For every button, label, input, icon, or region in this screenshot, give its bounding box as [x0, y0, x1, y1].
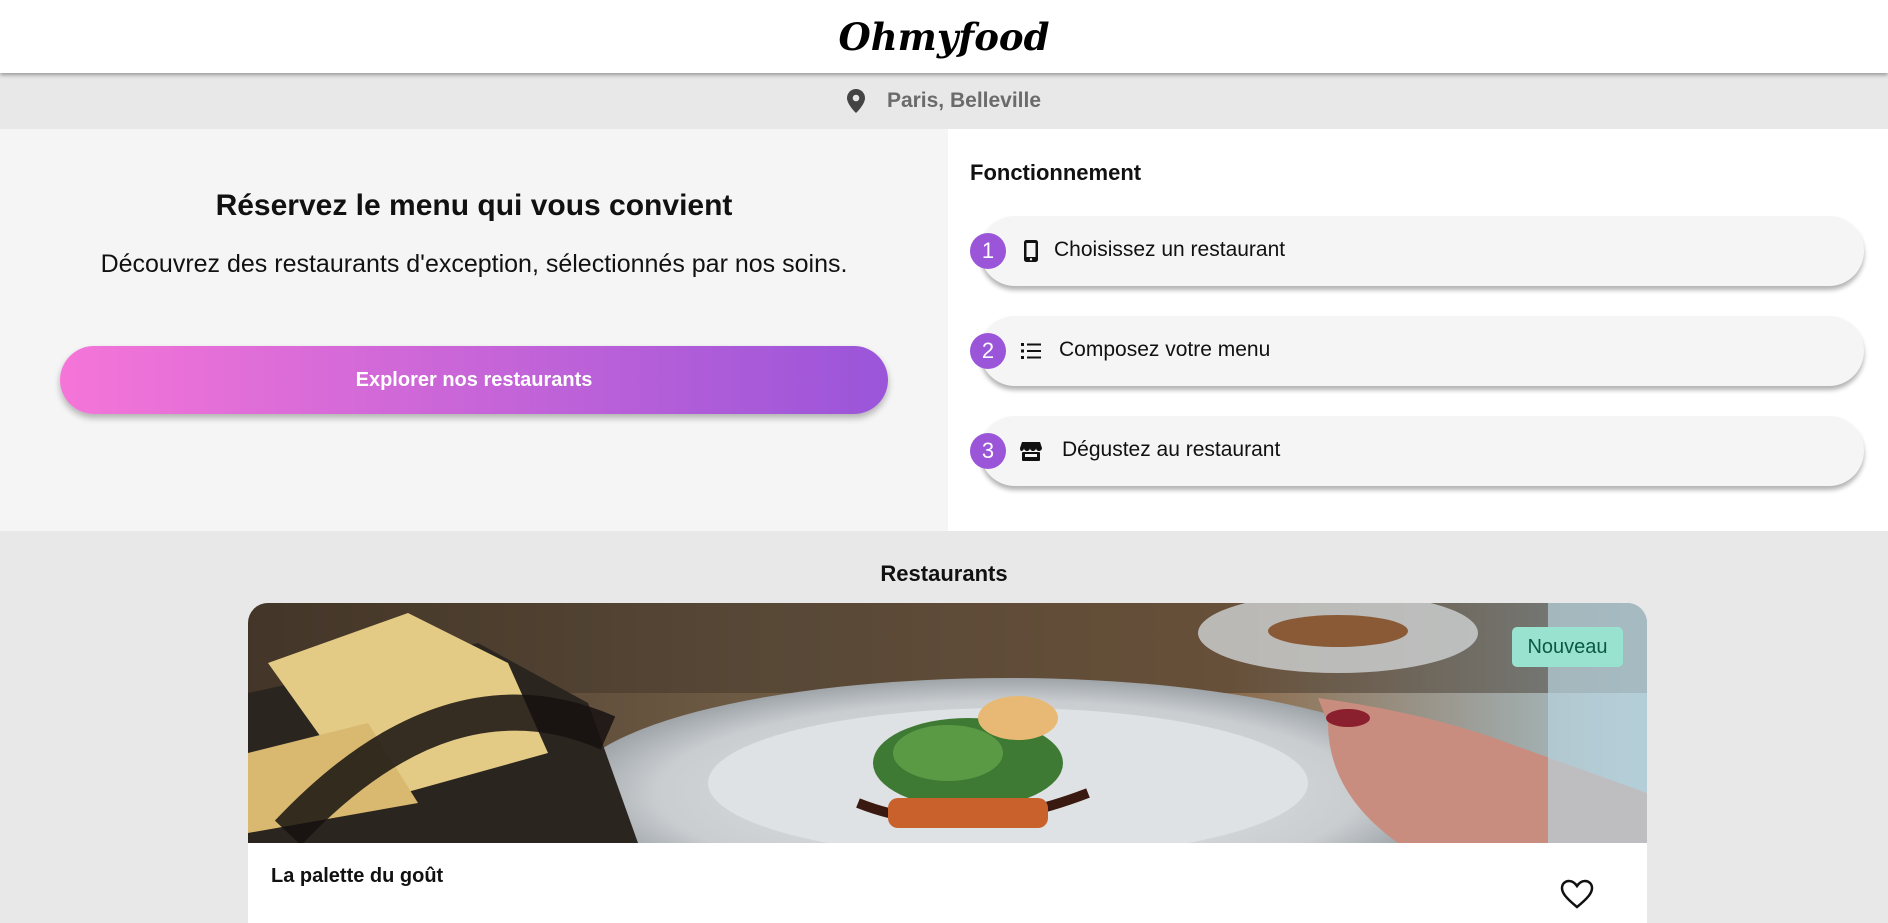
restaurant-name: La palette du goût	[271, 865, 444, 887]
top-bar: Ohmyfood	[0, 0, 1888, 73]
restaurant-card[interactable]: Nouveau La palette du goût	[248, 603, 1647, 923]
how-it-works-section: Fonctionnement 1 Choisissez un restauran…	[948, 129, 1888, 531]
step-2[interactable]: 2 Composez votre menu	[970, 316, 1864, 386]
restaurants-section: Restaurants Nouveau La palette du goût	[0, 531, 1888, 923]
mobile-phone-icon	[1024, 240, 1038, 262]
location-bar[interactable]: Paris, Belleville	[0, 73, 1888, 129]
restaurants-title: Restaurants	[880, 561, 1008, 586]
restaurant-image	[248, 603, 1647, 843]
hero-subtitle: Découvrez des restaurants d'exception, s…	[100, 250, 848, 278]
explore-restaurants-button[interactable]: Explorer nos restaurants	[60, 346, 888, 414]
step-number: 3	[970, 433, 1006, 469]
step-label: Composez votre menu	[1059, 338, 1271, 361]
step-label: Dégustez au restaurant	[1062, 438, 1281, 461]
step-label: Choisissez un restaurant	[1054, 238, 1286, 261]
logo[interactable]: Ohmyfood	[839, 15, 1050, 59]
new-badge: Nouveau	[1512, 627, 1623, 667]
step-number: 2	[970, 333, 1006, 369]
list-icon	[1021, 343, 1041, 359]
store-icon	[1020, 442, 1042, 461]
step-1[interactable]: 1 Choisissez un restaurant	[970, 216, 1864, 286]
hero-title: Réservez le menu qui vous convient	[215, 189, 733, 222]
step-number: 1	[970, 233, 1006, 269]
hero-section: Réservez le menu qui vous convient Décou…	[0, 129, 948, 531]
map-pin-icon	[846, 89, 865, 113]
location-text: Paris, Belleville	[886, 89, 1042, 112]
step-3[interactable]: 3 Dégustez au restaurant	[970, 416, 1864, 486]
how-it-works-title: Fonctionnement	[970, 160, 1142, 185]
heart-icon[interactable]	[1560, 879, 1594, 909]
